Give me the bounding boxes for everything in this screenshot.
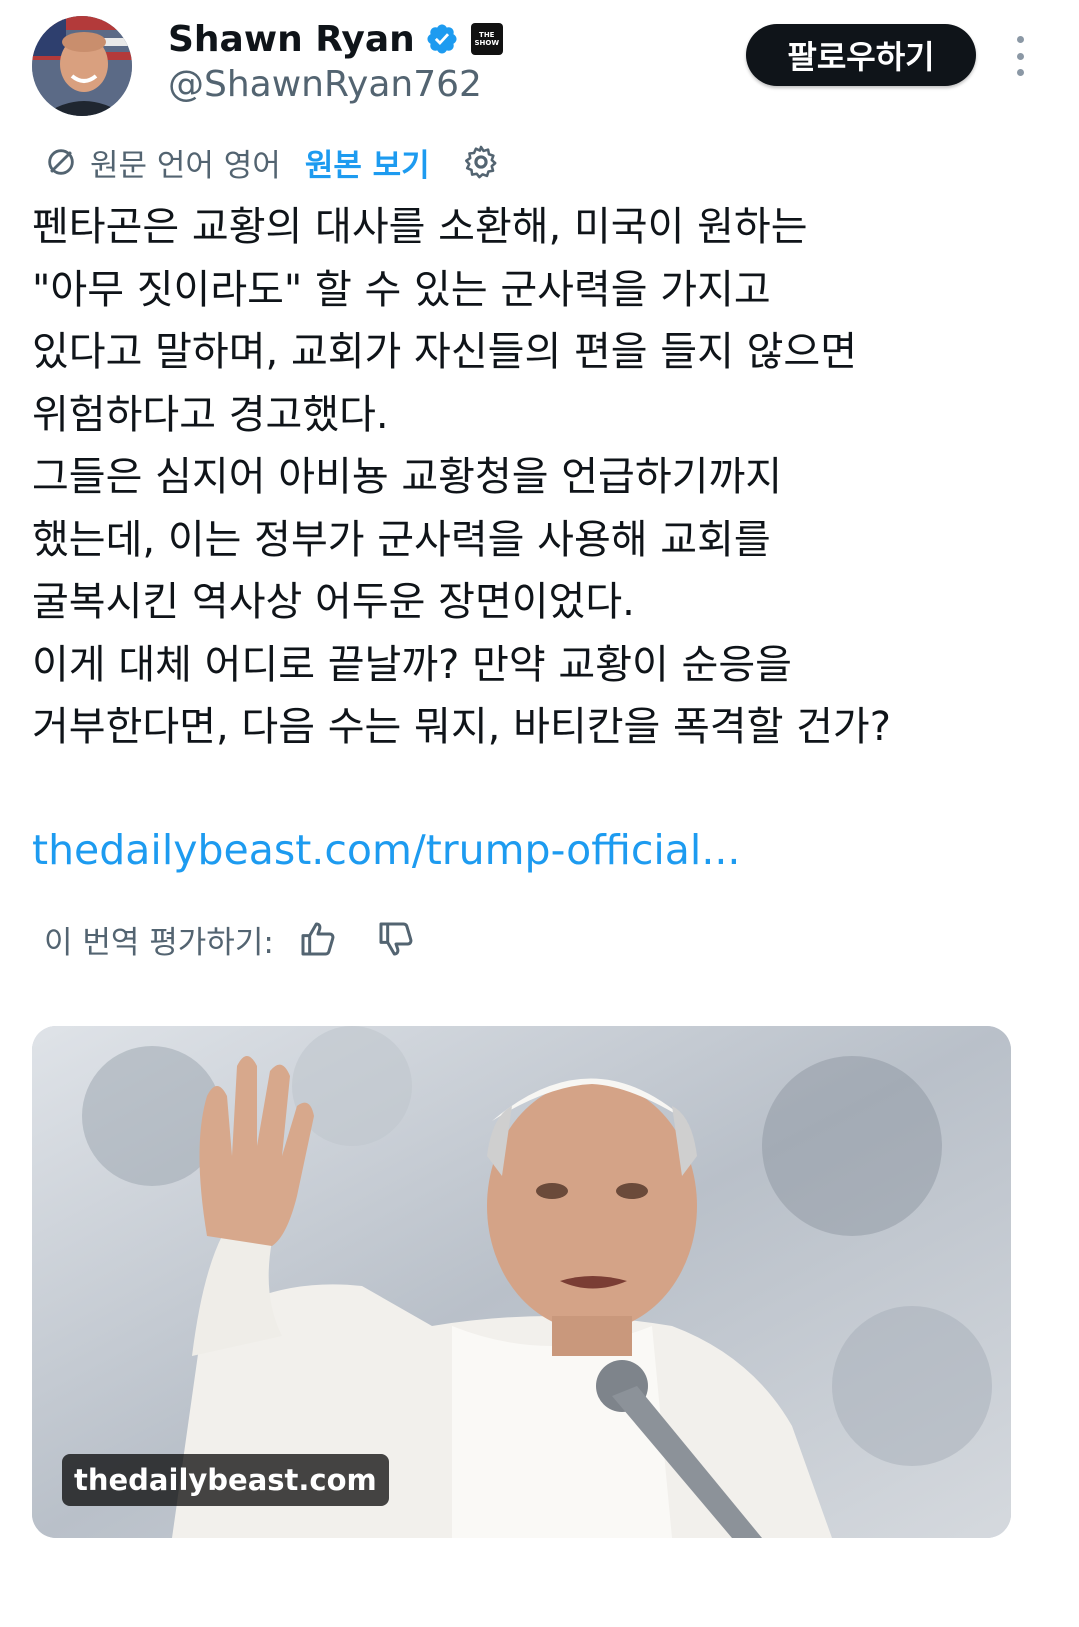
affiliate-badge-text: THE SHOW	[474, 31, 500, 47]
rate-translation-label: 이 번역 평가하기:	[44, 924, 274, 961]
rate-translation-row: 이 번역 평가하기:	[44, 912, 416, 966]
thumbs-down-icon[interactable]	[376, 919, 416, 959]
article-link[interactable]: thedailybeast.com/trump-official...	[32, 826, 740, 874]
link-preview-card[interactable]: thedailybeast.com	[32, 1026, 1011, 1538]
user-handle[interactable]: @ShawnRyan762	[168, 64, 482, 105]
display-name[interactable]: Shawn Ryan	[168, 19, 415, 60]
follow-button[interactable]: 팔로우하기	[746, 24, 976, 86]
verified-badge-icon	[427, 24, 457, 54]
avatar-image	[32, 16, 132, 116]
link-domain-chip: thedailybeast.com	[62, 1454, 389, 1506]
affiliate-badge[interactable]: THE SHOW	[470, 23, 503, 55]
tweet-text: 펜타곤은 교황의 대사를 소환해, 미국이 원하는 "아무 짓이라도" 할 수 …	[32, 204, 891, 750]
thumbs-up-icon[interactable]	[298, 919, 338, 959]
more-vertical-icon[interactable]	[1016, 36, 1024, 76]
avatar[interactable]	[32, 16, 132, 116]
translation-bar: 원문 언어 영어 원본 보기	[44, 140, 500, 184]
gear-icon[interactable]	[462, 143, 500, 181]
name-row: Shawn Ryan THE SHOW	[168, 14, 503, 64]
source-language-label: 원문 언어 영어	[90, 147, 281, 184]
show-original-link[interactable]: 원본 보기	[305, 140, 430, 185]
translate-icon	[48, 149, 74, 175]
tweet-header: Shawn Ryan THE SHOW @ShawnRyan762 팔로우하기	[0, 0, 1079, 130]
